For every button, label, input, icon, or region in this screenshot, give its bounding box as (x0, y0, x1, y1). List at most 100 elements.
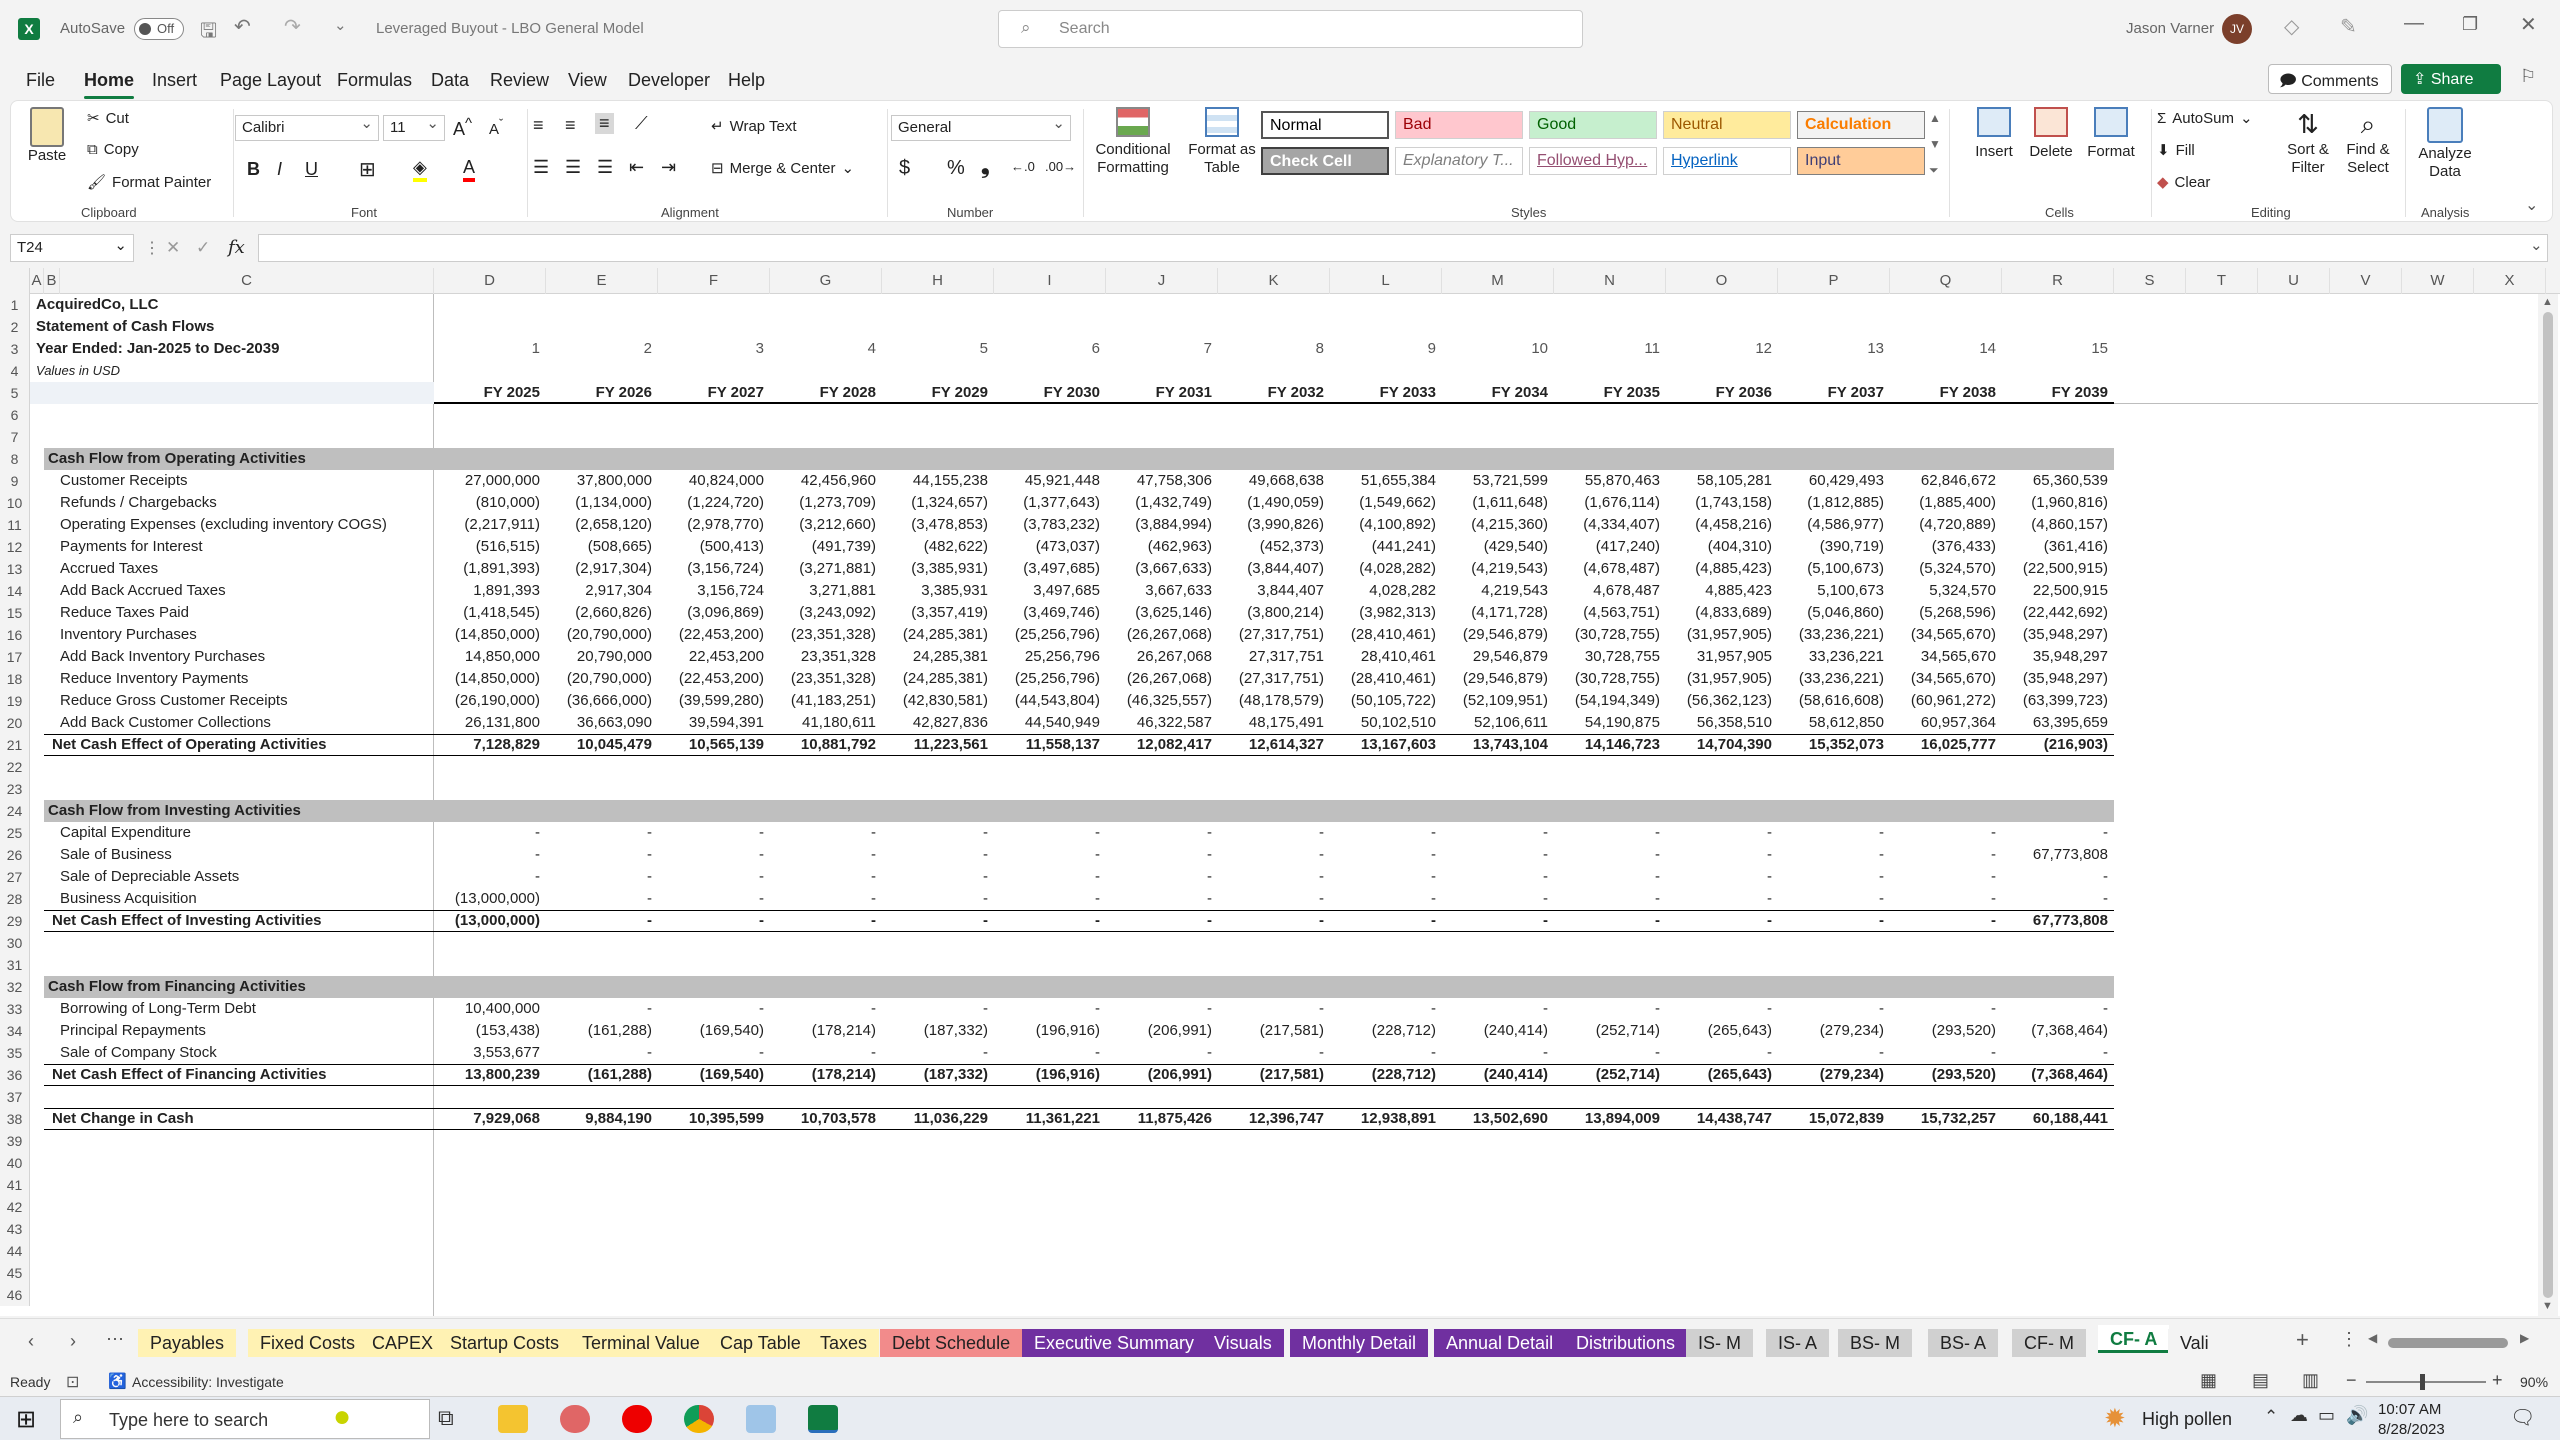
line-item-value[interactable]: (2,660,826) (546, 602, 658, 624)
line-item-value[interactable]: (1,490,059) (1218, 492, 1330, 514)
line-item-value[interactable]: 49,668,638 (1218, 470, 1330, 492)
line-item-value[interactable]: - (882, 998, 994, 1020)
line-item-value[interactable]: (41,183,251) (770, 690, 882, 712)
line-item-value[interactable]: (26,267,068) (1106, 624, 1218, 646)
line-item-value[interactable]: 37,800,000 (546, 470, 658, 492)
row-header[interactable]: 12 (0, 536, 30, 558)
column-header[interactable]: T (2186, 268, 2258, 294)
line-item-value[interactable]: - (2002, 822, 2114, 844)
line-item-label[interactable]: Customer Receipts (60, 470, 460, 492)
fiscal-year-header[interactable]: FY 2030 (994, 382, 1106, 404)
total-value[interactable]: - (882, 910, 994, 932)
total-value[interactable]: 11,361,221 (994, 1108, 1106, 1130)
line-item-value[interactable]: (1,324,657) (882, 492, 994, 514)
line-item-value[interactable]: - (2002, 1042, 2114, 1064)
total-value[interactable]: (169,540) (658, 1064, 770, 1086)
formula-input[interactable] (258, 234, 2548, 262)
horizontal-scrollbar[interactable]: ◀ ▶ (2368, 1331, 2538, 1353)
line-item-value[interactable]: - (994, 822, 1106, 844)
line-item-value[interactable]: 46,322,587 (1106, 712, 1218, 734)
line-item-value[interactable]: (265,643) (1666, 1020, 1778, 1042)
fiscal-year-header[interactable]: FY 2037 (1778, 382, 1890, 404)
row-header[interactable]: 24 (0, 800, 30, 822)
total-value[interactable]: - (1106, 910, 1218, 932)
worksheet-grid[interactable]: ABCDEFGHIJKLMNOPQRSTUVWX 1 2 3 4 5 6 7 8 9 10 11 12… (0, 268, 2560, 1316)
line-item-label[interactable]: Refunds / Chargebacks (60, 492, 460, 514)
line-item-value[interactable]: 14,850,000 (434, 646, 546, 668)
total-value[interactable]: 14,704,390 (1666, 734, 1778, 756)
row-header[interactable]: 33 (0, 998, 30, 1020)
styles-scroll-up-icon[interactable]: ▲ (1929, 111, 1941, 125)
styles-more-icon[interactable]: ⏷ (1929, 163, 1939, 178)
line-item-value[interactable]: - (546, 844, 658, 866)
line-item-value[interactable]: - (882, 1042, 994, 1064)
row-header[interactable]: 43 (0, 1218, 30, 1240)
add-sheet-icon[interactable]: + (2296, 1327, 2309, 1353)
line-item-value[interactable]: - (546, 822, 658, 844)
column-header[interactable]: Q (1890, 268, 2002, 294)
row-header[interactable]: 44 (0, 1240, 30, 1262)
total-value[interactable]: - (1890, 910, 2002, 932)
hscroll-thumb[interactable] (2388, 1338, 2508, 1348)
total-value[interactable]: (187,332) (882, 1064, 994, 1086)
total-value[interactable]: 10,395,599 (658, 1108, 770, 1130)
line-item-value[interactable]: - (770, 866, 882, 888)
column-header[interactable]: H (882, 268, 994, 294)
line-item-value[interactable]: 58,612,850 (1778, 712, 1890, 734)
total-value[interactable]: 10,881,792 (770, 734, 882, 756)
row-header[interactable]: 32 (0, 976, 30, 998)
line-item-value[interactable]: - (434, 822, 546, 844)
line-item-label[interactable]: Add Back Accrued Taxes (60, 580, 460, 602)
line-item-value[interactable]: (52,109,951) (1442, 690, 1554, 712)
line-item-value[interactable]: (240,414) (1442, 1020, 1554, 1042)
fill-color-icon[interactable]: ◈ (413, 157, 427, 182)
row-header[interactable]: 20 (0, 712, 30, 734)
cell-style-check-cell[interactable]: Check Cell (1261, 147, 1389, 175)
save-icon[interactable]: 🖫 (200, 16, 217, 50)
line-item-value[interactable]: - (1890, 866, 2002, 888)
line-item-value[interactable]: (54,194,349) (1554, 690, 1666, 712)
line-item-value[interactable]: (1,377,643) (994, 492, 1106, 514)
line-item-value[interactable]: 45,921,448 (994, 470, 1106, 492)
line-item-value[interactable]: (50,105,722) (1330, 690, 1442, 712)
line-item-value[interactable]: (39,599,280) (658, 690, 770, 712)
line-item-value[interactable]: - (1330, 888, 1442, 910)
line-item-value[interactable]: 42,456,960 (770, 470, 882, 492)
fiscal-year-header[interactable]: FY 2032 (1218, 382, 1330, 404)
line-item-value[interactable]: - (1666, 866, 1778, 888)
line-item-value[interactable]: - (882, 822, 994, 844)
line-item-value[interactable]: (34,565,670) (1890, 624, 2002, 646)
row-header[interactable]: 25 (0, 822, 30, 844)
row-header[interactable]: 22 (0, 756, 30, 778)
fiscal-year-header[interactable]: FY 2034 (1442, 382, 1554, 404)
line-item-label[interactable]: Inventory Purchases (60, 624, 460, 646)
line-item-value[interactable]: 5,100,673 (1778, 580, 1890, 602)
line-item-value[interactable]: (4,720,889) (1890, 514, 2002, 536)
cell-style-normal[interactable]: Normal (1261, 111, 1389, 139)
line-item-value[interactable]: (20,790,000) (546, 668, 658, 690)
total-value[interactable]: (206,991) (1106, 1064, 1218, 1086)
line-item-value[interactable]: (376,433) (1890, 536, 2002, 558)
section-title[interactable]: Cash Flow from Operating Activities (48, 448, 648, 470)
line-item-value[interactable]: - (1666, 1042, 1778, 1064)
line-item-value[interactable]: (13,000,000) (434, 888, 546, 910)
total-value[interactable]: 12,938,891 (1330, 1108, 1442, 1130)
row-header[interactable]: 39 (0, 1130, 30, 1152)
weather-text[interactable]: High pollen (2142, 1409, 2232, 1430)
line-item-value[interactable]: - (1666, 822, 1778, 844)
line-item-value[interactable]: (3,800,214) (1218, 602, 1330, 624)
menu-help[interactable]: Help (728, 70, 765, 91)
line-item-value[interactable]: 3,156,724 (658, 580, 770, 602)
line-item-value[interactable]: - (1890, 998, 2002, 1020)
line-item-value[interactable]: - (658, 844, 770, 866)
tab-more-icon[interactable]: ⋯ (106, 1329, 124, 1350)
search-box[interactable]: ⌕ Search (998, 10, 1583, 48)
row-header[interactable]: 16 (0, 624, 30, 646)
total-value[interactable]: 11,036,229 (882, 1108, 994, 1130)
excel-taskbar-icon[interactable] (808, 1405, 838, 1433)
units-note[interactable]: Values in USD (36, 360, 336, 382)
period-number[interactable]: 6 (994, 338, 1106, 360)
line-item-value[interactable]: 4,028,282 (1330, 580, 1442, 602)
line-item-value[interactable]: - (1666, 888, 1778, 910)
total-value[interactable]: (161,288) (546, 1064, 658, 1086)
